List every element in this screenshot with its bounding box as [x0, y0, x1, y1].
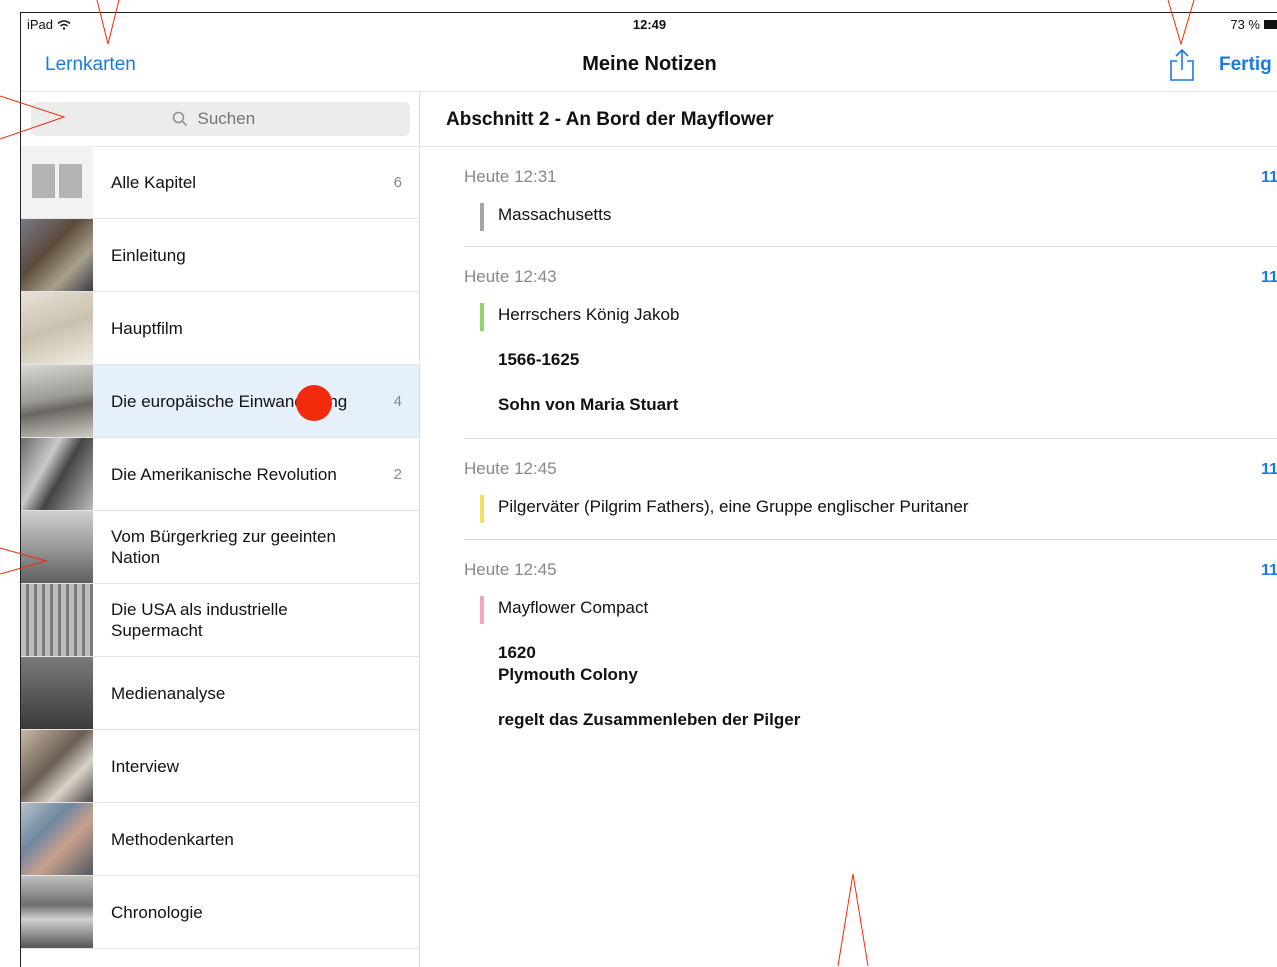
search-field[interactable] — [31, 102, 410, 136]
search-bar — [21, 92, 419, 147]
chapter-row-buergerkrieg[interactable]: Vom Bürgerkrieg zur geeinten Nation — [21, 511, 419, 584]
note-page-number[interactable]: 11 — [1261, 562, 1277, 580]
note-timestamp: Heute 12:45 — [464, 560, 557, 579]
note-text: Sohn von Maria Stuart — [498, 395, 679, 414]
chapter-thumbnail — [21, 657, 93, 729]
notes-pane: Abschnitt 2 - An Bord der Mayflower Heut… — [420, 92, 1277, 967]
note-highlight-marker — [480, 203, 484, 231]
note-text: 1620 — [498, 643, 536, 662]
chapter-label: Hauptfilm — [111, 318, 183, 338]
chapter-row-medienanalyse[interactable]: Medienanalyse — [21, 657, 419, 730]
chapter-row-europaeische-einwanderung[interactable]: Die europäische Einwanderung 4 — [21, 365, 419, 438]
search-input[interactable] — [195, 108, 270, 130]
note-page-number[interactable]: 11 — [1261, 269, 1277, 287]
note-timestamp: Heute 12:45 — [464, 459, 557, 478]
note-item[interactable]: Heute 12:45 11 Mayflower Compact 1620 Pl… — [464, 540, 1277, 790]
chapter-label: Die Amerikanische Revolution — [111, 464, 337, 484]
status-bar: iPad 12:49 73 % — [21, 13, 1277, 37]
chapter-count: 2 — [393, 465, 402, 483]
chapter-row-hauptfilm[interactable]: Hauptfilm — [21, 292, 419, 365]
chapter-thumbnail — [21, 730, 93, 802]
chapter-label: Alle Kapitel — [111, 172, 197, 192]
chapter-label: Chronologie — [111, 902, 203, 922]
chapter-thumbnail — [21, 438, 93, 510]
note-highlight-marker — [480, 596, 484, 624]
note-highlight-marker — [480, 495, 484, 523]
chapter-thumbnail — [21, 292, 93, 364]
chapter-thumbnail — [21, 803, 93, 875]
note-page-number[interactable]: 11 — [1261, 169, 1277, 187]
chapter-thumbnail — [21, 584, 93, 656]
note-timestamp: Heute 12:43 — [464, 267, 557, 286]
navigation-bar: Lernkarten Meine Notizen Fertig — [21, 37, 1277, 92]
chapter-row-industrielle-supermacht[interactable]: Die USA als industrielle Supermacht — [21, 584, 419, 657]
note-item[interactable]: Heute 12:31 11 Massachusetts — [464, 147, 1277, 247]
note-item[interactable]: Heute 12:45 11 Pilgerväter (Pilgrim Fath… — [464, 439, 1277, 540]
chapter-sidebar: Alle Kapitel 6 Einleitung Hauptfilm Die … — [21, 92, 420, 967]
page-title: Meine Notizen — [582, 53, 717, 75]
note-page-number[interactable]: 11 — [1261, 461, 1277, 479]
search-icon — [172, 111, 187, 127]
chapter-count: 6 — [393, 173, 402, 191]
chapter-thumbnail — [21, 219, 93, 291]
battery-percent: 73 % — [1230, 17, 1260, 32]
done-button[interactable]: Fertig — [1219, 54, 1272, 76]
ipad-screen: iPad 12:49 73 % Lernkarten Meine Notizen… — [20, 12, 1277, 967]
chapter-row-methodenkarten[interactable]: Methodenkarten — [21, 803, 419, 876]
chapter-label: Die USA als industrielle Supermacht — [111, 600, 288, 640]
book-icon — [32, 164, 82, 198]
chapter-list: Alle Kapitel 6 Einleitung Hauptfilm Die … — [21, 146, 419, 949]
chapter-row-einleitung[interactable]: Einleitung — [21, 219, 419, 292]
note-highlight-marker — [480, 303, 484, 331]
status-time: 12:49 — [632, 17, 667, 32]
chapter-label: Methodenkarten — [111, 829, 234, 849]
chapter-row-chronologie[interactable]: Chronologie — [21, 876, 419, 949]
share-icon[interactable] — [1169, 49, 1195, 81]
chapter-label: Einleitung — [111, 245, 186, 265]
note-text: Massachusetts — [498, 205, 612, 224]
note-timestamp: Heute 12:31 — [464, 167, 557, 186]
chapter-thumbnail — [21, 146, 93, 218]
chapter-label: Interview — [111, 756, 180, 776]
chapter-thumbnail — [21, 511, 93, 583]
chapter-row-interview[interactable]: Interview — [21, 730, 419, 803]
chapter-label: Vom Bürgerkrieg zur geeinten Nation — [111, 527, 336, 567]
note-text: 1566-1625 — [498, 350, 580, 369]
status-right: 73 % — [1230, 17, 1277, 32]
chapter-row-alle-kapitel[interactable]: Alle Kapitel 6 — [21, 146, 419, 219]
note-text: Mayflower Compact — [498, 598, 649, 617]
section-title: Abschnitt 2 - An Bord der Mayflower — [446, 109, 774, 130]
note-item[interactable]: Heute 12:43 11 Herrschers König Jakob 15… — [464, 247, 1277, 439]
section-header: Abschnitt 2 - An Bord der Mayflower — [420, 92, 1277, 147]
note-text: Herrschers König Jakob — [498, 305, 680, 324]
chapter-label: Medienanalyse — [111, 683, 226, 703]
chapter-label: Die europäische Einwanderung — [111, 391, 348, 411]
chapter-count: 4 — [393, 392, 402, 410]
chapter-row-amerikanische-revolution[interactable]: Die Amerikanische Revolution 2 — [21, 438, 419, 511]
battery-icon — [1264, 20, 1277, 29]
touch-indicator — [296, 385, 332, 421]
chapter-thumbnail — [21, 365, 93, 437]
note-text: Plymouth Colony — [498, 665, 638, 684]
chapter-thumbnail — [21, 876, 93, 948]
note-text: regelt das Zusammenleben der Pilger — [498, 710, 801, 729]
note-text: Pilgerväter (Pilgrim Fathers), eine Grup… — [498, 497, 969, 516]
